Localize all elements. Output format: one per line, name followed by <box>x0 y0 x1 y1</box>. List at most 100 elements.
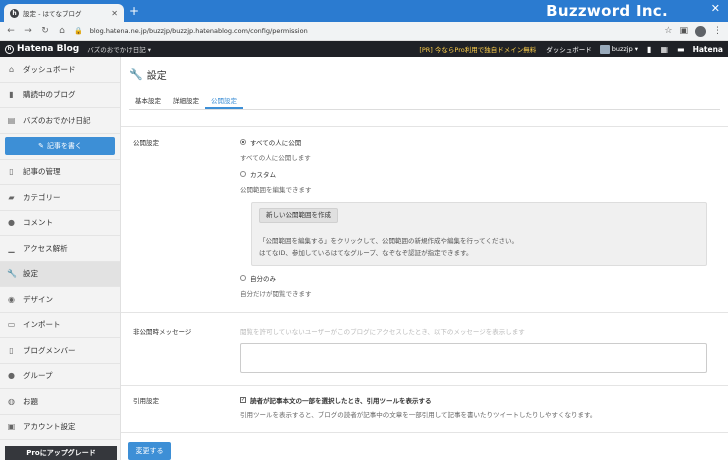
sidebar-item-label: 購読中のブログ <box>23 90 76 100</box>
sidebar-item-label: 記事の管理 <box>23 167 61 177</box>
avatar <box>599 44 610 54</box>
upgrade-pro-button[interactable]: Proにアップグレード <box>5 446 117 460</box>
hatena-favicon-icon: h <box>10 8 19 18</box>
sidebar-item-blog[interactable]: ▤ バズのおでかけ日記 <box>0 108 120 134</box>
radio-hint: 公開範囲を編集できます <box>240 186 312 194</box>
radio-custom[interactable]: カスタム <box>240 169 276 179</box>
sidebar-item-label: グループ <box>23 371 53 381</box>
quote-hint: 引用ツールを表示すると、ブログの読者が記事中の文章を一部引用して記事を書いたりツ… <box>240 411 597 419</box>
notification-icon[interactable]: ▬ <box>677 45 685 54</box>
quote-checkbox[interactable]: ✓ 読者が記事本文の一部を選択したとき、引用ツールを表示する <box>240 395 432 405</box>
sidebar-item-settings[interactable]: 🔧 設定 <box>0 261 120 287</box>
wrench-icon: 🔧 <box>129 68 143 81</box>
sidebar-item-articles[interactable]: ▯ 記事の管理 <box>0 160 120 185</box>
radio-label: すべての人に公開 <box>250 139 302 147</box>
radio-hint: すべての人に公開します <box>240 154 311 162</box>
section-divider <box>121 432 728 433</box>
sidebar-item-label: カテゴリー <box>23 192 61 202</box>
comment-icon: ● <box>8 218 15 228</box>
theme-icon: ◍ <box>8 396 15 406</box>
sidebar-item-label: ダッシュボード <box>23 64 76 74</box>
radio-button[interactable] <box>240 171 246 177</box>
home-icon[interactable]: ⌂ <box>57 26 67 36</box>
url-field[interactable]: blog.hatena.ne.jp/buzzjp/buzzjp.hatenabl… <box>90 27 658 35</box>
sidebar-item-groups[interactable]: ● グループ <box>0 364 120 389</box>
sidebar-item-categories[interactable]: ▰ カテゴリー <box>0 185 120 211</box>
forward-icon[interactable]: → <box>23 26 33 36</box>
private-message-label: 非公開時メッセージ <box>133 328 192 336</box>
members-icon: ▯ <box>9 345 14 355</box>
promo-link[interactable]: [PR] 今ならPro利用で独自ドメイン無料 <box>419 44 536 54</box>
profile-icon[interactable] <box>695 25 706 37</box>
watermark: Buzzword Inc. <box>546 2 668 20</box>
radio-button[interactable] <box>240 275 246 281</box>
section-divider <box>121 126 728 127</box>
radio-private[interactable]: 自分のみ <box>240 273 276 283</box>
sidebar-item-design[interactable]: ◉ デザイン <box>0 287 120 313</box>
blog-selector[interactable]: バズのおでかけ日記 ▾ <box>87 44 151 54</box>
sidebar-item-subscriptions[interactable]: ▮ 購読中のブログ <box>0 83 120 108</box>
star-icon[interactable]: ☆ <box>664 26 672 36</box>
page-title-text: 設定 <box>146 71 167 82</box>
tab-advanced[interactable]: 詳細設定 <box>167 94 205 109</box>
custom-range-box: 新しい公開範囲を作成 「公開範囲を編集する」をクリックして、公開範囲の新規作成や… <box>251 202 707 266</box>
back-icon[interactable]: ← <box>6 26 16 36</box>
sidebar-item-label: バズのおでかけ日記 <box>23 115 91 125</box>
new-range-button[interactable]: 新しい公開範囲を作成 <box>259 208 338 223</box>
radio-hint: 自分だけが閲覧できます <box>240 290 312 298</box>
wrench-icon: 🔧 <box>7 269 17 279</box>
sidebar-item-account[interactable]: ▣ アカウント設定 <box>0 415 120 440</box>
close-icon[interactable]: ✕ <box>111 9 118 18</box>
user-menu[interactable]: buzzjp ▾ <box>599 44 639 54</box>
page-title: 🔧 設定 <box>129 67 167 82</box>
username: buzzjp ▾ <box>611 45 639 53</box>
write-button-label: 記事を書く <box>46 141 82 150</box>
publish-settings-label: 公開設定 <box>133 139 159 147</box>
sidebar-item-import[interactable]: ▭ インポート <box>0 313 120 338</box>
checkbox-checked-icon[interactable]: ✓ <box>240 397 246 403</box>
sidebar-item-analytics[interactable]: ▁ アクセス解析 <box>0 236 120 262</box>
hatena-logo-icon: h <box>5 44 14 54</box>
window-close-icon[interactable]: ✕ <box>711 2 720 15</box>
sidebar-item-label: アクセス解析 <box>23 243 68 253</box>
sidebar-item-label: 設定 <box>23 269 38 279</box>
account-icon: ▣ <box>7 422 16 432</box>
browser-tab[interactable]: h 設定 - はてなブログ ✕ <box>4 4 124 22</box>
settings-tabs: 基本設定 詳細設定 公開設定 <box>129 94 720 110</box>
dashboard-link[interactable]: ダッシュボード <box>546 44 592 54</box>
private-message-textarea[interactable] <box>240 343 707 373</box>
main-content: 🔧 設定 基本設定 詳細設定 公開設定 公開設定 すべての人に公開 すべての人に… <box>121 57 728 460</box>
radio-button[interactable] <box>240 139 246 145</box>
checkbox-label: 読者が記事本文の一部を選択したとき、引用ツールを表示する <box>250 397 432 405</box>
hatena-blog-logo[interactable]: h Hatena Blog <box>5 44 79 54</box>
section-divider <box>121 312 728 313</box>
document-icon: ▯ <box>9 167 14 177</box>
sidebar-item-label: コメント <box>23 218 53 228</box>
menu-icon[interactable]: ⋮ <box>713 26 722 36</box>
blog-icon: ▤ <box>7 115 16 125</box>
custom-range-help: はてなID、参加しているはてなグループ、なぞなぞ認証が指定できます。 <box>259 249 473 257</box>
sidebar-item-dashboard[interactable]: ⌂ ダッシュボード <box>0 57 120 83</box>
save-button[interactable]: 変更する <box>128 442 171 460</box>
new-tab-icon[interactable]: + <box>129 4 139 18</box>
apps-grid-icon[interactable]: ▦ <box>660 45 668 54</box>
tab-publish[interactable]: 公開設定 <box>205 94 243 109</box>
group-icon: ● <box>8 371 15 381</box>
write-button-wrapper: ✎ 記事を書く <box>0 134 120 160</box>
extension-icon[interactable]: ▣ <box>679 26 688 36</box>
sidebar-item-themes[interactable]: ◍ お題 <box>0 389 120 415</box>
radio-public[interactable]: すべての人に公開 <box>240 137 301 147</box>
palette-icon: ◉ <box>8 294 15 304</box>
logo-text: Hatena Blog <box>17 44 80 54</box>
write-article-button[interactable]: ✎ 記事を書く <box>5 136 115 155</box>
hatena-link[interactable]: Hatena <box>693 45 723 54</box>
browser-titlebar: h 設定 - はてなブログ ✕ + Buzzword Inc. ✕ <box>0 0 728 22</box>
tab-basic[interactable]: 基本設定 <box>129 94 167 109</box>
sidebar-item-comments[interactable]: ● コメント <box>0 211 120 236</box>
bookmark-icon[interactable]: ▮ <box>647 45 651 54</box>
sidebar-item-members[interactable]: ▯ ブログメンバー <box>0 338 120 364</box>
lock-icon[interactable]: 🔒 <box>74 27 83 35</box>
home-icon: ⌂ <box>8 64 15 74</box>
reload-icon[interactable]: ↻ <box>40 26 50 36</box>
sidebar: ⌂ ダッシュボード ▮ 購読中のブログ ▤ バズのおでかけ日記 ✎ 記事を書く … <box>0 57 121 460</box>
